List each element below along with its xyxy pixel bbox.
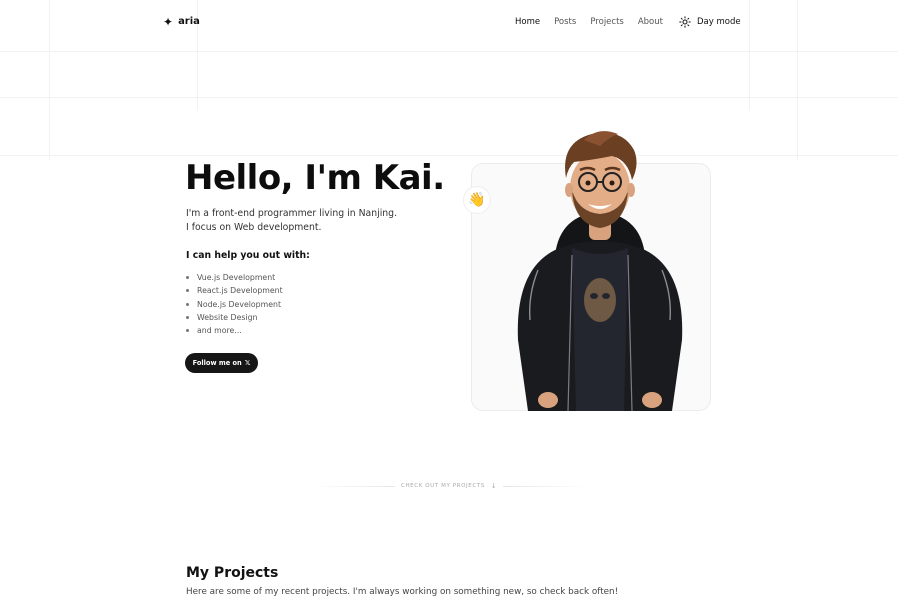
bullet-icon [186, 302, 189, 306]
list-item: React.js Development [186, 284, 283, 297]
follow-on-x-button[interactable]: Follow me on 𝕏 [185, 353, 258, 373]
projects-heading: My Projects [186, 565, 279, 581]
background-grid [0, 0, 898, 600]
skill-label: Node.js Development [197, 299, 282, 309]
wave-emoji-badge: 👋 [463, 186, 491, 214]
skills-list: Vue.js Development React.js Development … [186, 271, 283, 337]
follow-label: Follow me on [192, 359, 242, 367]
logo[interactable]: ✦ aria [163, 14, 200, 30]
bullet-icon [186, 276, 189, 280]
list-item: and more... [186, 324, 283, 337]
help-title: I can help you out with: [186, 250, 310, 261]
main-nav: Home Posts Projects About [515, 16, 663, 28]
check-out-projects-label: CHECK OUT MY PROJECTS [401, 483, 485, 489]
bullet-icon [186, 289, 189, 293]
list-item: Node.js Development [186, 298, 283, 311]
site-header: ✦ aria Home Posts Projects About Day mod… [0, 0, 898, 46]
nav-link-projects[interactable]: Projects [590, 16, 624, 28]
hero-intro: I'm a front-end programmer living in Nan… [186, 207, 446, 235]
nav-link-about[interactable]: About [638, 16, 663, 28]
bullet-icon [186, 316, 189, 320]
arrow-down-icon: ↓ [490, 482, 497, 490]
x-logo-icon: 𝕏 [244, 359, 251, 367]
bullet-icon [186, 329, 189, 333]
theme-toggle-button[interactable]: Day mode [679, 16, 741, 28]
nav-link-posts[interactable]: Posts [554, 16, 576, 28]
sun-icon [679, 16, 691, 28]
hero-title: Hello, I'm Kai. [185, 158, 445, 198]
avatar-illustration [517, 131, 683, 411]
logo-text: aria [178, 16, 200, 27]
list-item: Website Design [186, 311, 283, 324]
list-item: Vue.js Development [186, 271, 283, 284]
skill-label: Website Design [197, 313, 258, 323]
sparkle-icon: ✦ [163, 15, 174, 29]
theme-toggle-label: Day mode [697, 17, 741, 27]
projects-description: Here are some of my recent projects. I'm… [186, 587, 619, 597]
check-out-projects-link[interactable]: CHECK OUT MY PROJECTS ↓ [395, 479, 503, 493]
nav-link-home[interactable]: Home [515, 16, 540, 28]
skill-label: Vue.js Development [197, 273, 276, 283]
intro-line-1: I'm a front-end programmer living in Nan… [186, 208, 398, 219]
skill-label: and more... [197, 326, 242, 336]
skill-label: React.js Development [197, 286, 283, 296]
intro-line-2: I focus on Web development. [186, 222, 322, 233]
waving-hand-icon: 👋 [468, 192, 486, 208]
